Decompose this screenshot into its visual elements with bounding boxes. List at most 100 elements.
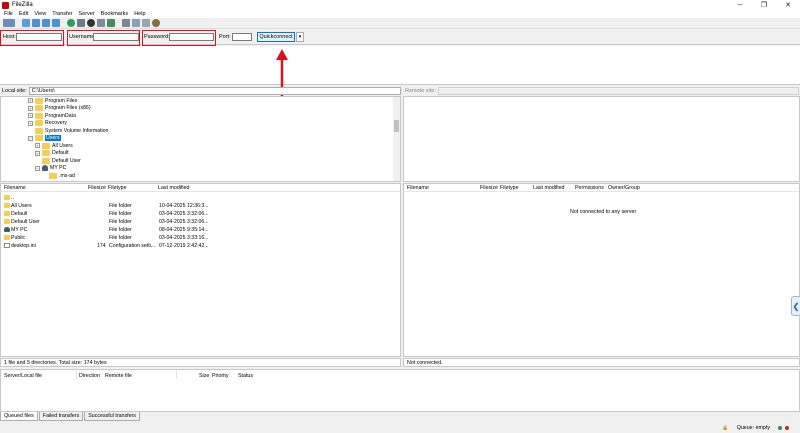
local-directory-tree[interactable]: + Program Files + Program Files (x86) + Pro…	[0, 96, 401, 182]
port-input[interactable]	[232, 33, 252, 41]
folder-icon	[49, 172, 57, 179]
menu-file[interactable]: File	[4, 11, 13, 17]
tree-item[interactable]: System Volume Information	[35, 127, 108, 134]
tree-item[interactable]: + Default	[35, 150, 68, 157]
synchronized-browsing-icon[interactable]	[142, 19, 150, 27]
tree-item[interactable]: + All Users	[35, 142, 73, 149]
tree-item-users-selected[interactable]: − Users	[28, 135, 61, 142]
file-name: Public	[11, 235, 26, 241]
toggle-comparison-icon[interactable]	[132, 19, 140, 27]
file-row[interactable]: Default User File folder 03-04-2025 3:32…	[1, 218, 400, 226]
tab-failed-transfers[interactable]: Failed transfers	[38, 412, 84, 421]
message-log[interactable]	[0, 46, 800, 85]
column-permissions[interactable]: Permissions	[575, 185, 604, 191]
tree-item[interactable]: Default User	[42, 157, 81, 164]
expand-icon[interactable]: +	[35, 150, 40, 156]
remote-file-list-header: Filename Filesize Filetype Last modified…	[404, 184, 799, 192]
folder-icon	[4, 235, 10, 240]
menu-bookmarks[interactable]: Bookmarks	[101, 11, 129, 17]
file-type: File folder	[109, 235, 132, 241]
site-manager-icon[interactable]	[3, 19, 15, 27]
folder-icon	[35, 127, 43, 134]
expand-icon[interactable]: +	[28, 120, 33, 126]
queue-column-direction[interactable]: Direction	[79, 373, 100, 379]
expand-icon[interactable]: +	[35, 143, 40, 148]
close-button[interactable]: ✕	[776, 0, 800, 10]
expand-icon[interactable]: +	[28, 98, 33, 103]
toggle-queue-icon[interactable]	[52, 19, 60, 27]
remote-site-path-input[interactable]	[437, 87, 799, 95]
cancel-icon[interactable]	[87, 19, 95, 27]
collapse-icon[interactable]: −	[35, 165, 40, 171]
local-site-label: Local site:	[2, 88, 27, 94]
remote-file-list[interactable]: Filename Filesize Filetype Last modified…	[403, 183, 800, 357]
file-modified: 07-12-2019 2:42:42...	[159, 243, 209, 249]
column-filesize[interactable]: Filesize	[480, 185, 498, 191]
expand-icon[interactable]: +	[28, 105, 33, 111]
file-row[interactable]: desktop.ini 174 Configuration setti... 0…	[1, 242, 400, 250]
tree-item-label: MY PC	[50, 165, 67, 171]
local-site-path-input[interactable]: C:\Users\	[28, 87, 401, 95]
tree-item[interactable]: + Program Files	[28, 97, 77, 104]
reconnect-icon[interactable]	[107, 19, 115, 27]
tree-item[interactable]: .ms-ad	[49, 172, 75, 179]
tree-item[interactable]: + Recovery	[28, 120, 67, 127]
queue-column-size[interactable]: Size	[199, 373, 209, 379]
local-tree-scrollbar[interactable]	[393, 97, 400, 181]
column-filename[interactable]: Filename	[4, 185, 26, 191]
queue-column-remote-file[interactable]: Remote file	[105, 373, 132, 379]
quickconnect-dropdown-button[interactable]: ▾	[296, 32, 304, 42]
file-row[interactable]: Public File folder 03-04-2025 3:33:16...	[1, 234, 400, 242]
file-row[interactable]: ..	[1, 194, 400, 202]
toggle-local-tree-icon[interactable]	[32, 19, 40, 27]
local-file-list[interactable]: Filename Filesize Filetype Last modified…	[0, 183, 401, 357]
window-title: FileZilla	[12, 2, 33, 8]
expand-icon[interactable]: +	[28, 113, 33, 118]
collapse-icon[interactable]: −	[28, 135, 33, 141]
queue-column-priority[interactable]: Priority	[212, 373, 228, 379]
tree-item[interactable]: − MY PC	[35, 165, 66, 172]
minimize-button[interactable]: ─	[728, 0, 752, 10]
bottom-status-bar: 🔒 Queue: empty	[0, 423, 800, 433]
search-remote-files-icon[interactable]	[152, 19, 160, 27]
column-filetype[interactable]: Filetype	[500, 185, 519, 191]
tab-queued-files[interactable]: Queued files	[0, 412, 38, 421]
tree-item[interactable]: + Program Files (x86)	[28, 105, 91, 112]
tree-item[interactable]: + ProgramData	[28, 112, 76, 119]
column-last-modified[interactable]: Last modified	[158, 185, 190, 191]
quickconnect-button[interactable]: Quickconnect	[257, 32, 295, 42]
not-connected-message: Not connected to any server	[570, 209, 637, 215]
tree-item-label: .ms-ad	[59, 172, 75, 179]
menu-edit[interactable]: Edit	[19, 11, 28, 17]
toggle-remote-tree-icon[interactable]	[42, 19, 50, 27]
column-filetype[interactable]: Filetype	[108, 185, 127, 191]
menu-server[interactable]: Server	[78, 11, 94, 17]
refresh-icon[interactable]	[67, 19, 75, 27]
file-row[interactable]: MY PC File folder 08-04-2025 9:35:14...	[1, 226, 400, 234]
tab-successful-transfers[interactable]: Successful transfers	[84, 412, 140, 421]
column-last-modified[interactable]: Last modified	[533, 185, 565, 191]
folder-icon	[4, 219, 10, 224]
remote-directory-tree[interactable]	[403, 96, 800, 182]
side-panel-toggle-icon[interactable]: ❮	[791, 296, 800, 316]
folder-icon	[35, 120, 43, 126]
column-filename[interactable]: Filename	[407, 185, 429, 191]
column-filesize[interactable]: Filesize	[88, 185, 106, 191]
transfer-queue[interactable]: Server/Local file Direction Remote file …	[0, 369, 800, 412]
menu-view[interactable]: View	[34, 11, 46, 17]
process-queue-icon[interactable]	[77, 19, 85, 27]
file-row[interactable]: Default File folder 03-04-2025 3:32:06..…	[1, 210, 400, 218]
toolbar	[0, 18, 800, 29]
scrollbar-thumb[interactable]	[394, 120, 399, 132]
maximize-button[interactable]: ❐	[752, 0, 776, 10]
queue-column-server-local-file[interactable]: Server/Local file	[4, 373, 42, 379]
toggle-message-log-icon[interactable]	[22, 19, 30, 27]
directory-listing-filters-icon[interactable]	[122, 19, 130, 27]
disconnect-icon[interactable]	[97, 19, 105, 27]
menu-help[interactable]: Help	[134, 11, 145, 17]
column-owner-group[interactable]: Owner/Group	[608, 185, 640, 191]
file-row[interactable]: All Users File folder 10-04-2025 12:36:3…	[1, 202, 400, 210]
queue-column-status[interactable]: Status	[238, 373, 253, 379]
menu-transfer[interactable]: Transfer	[52, 11, 72, 17]
title-bar: FileZilla ─ ❐ ✕	[0, 0, 800, 10]
